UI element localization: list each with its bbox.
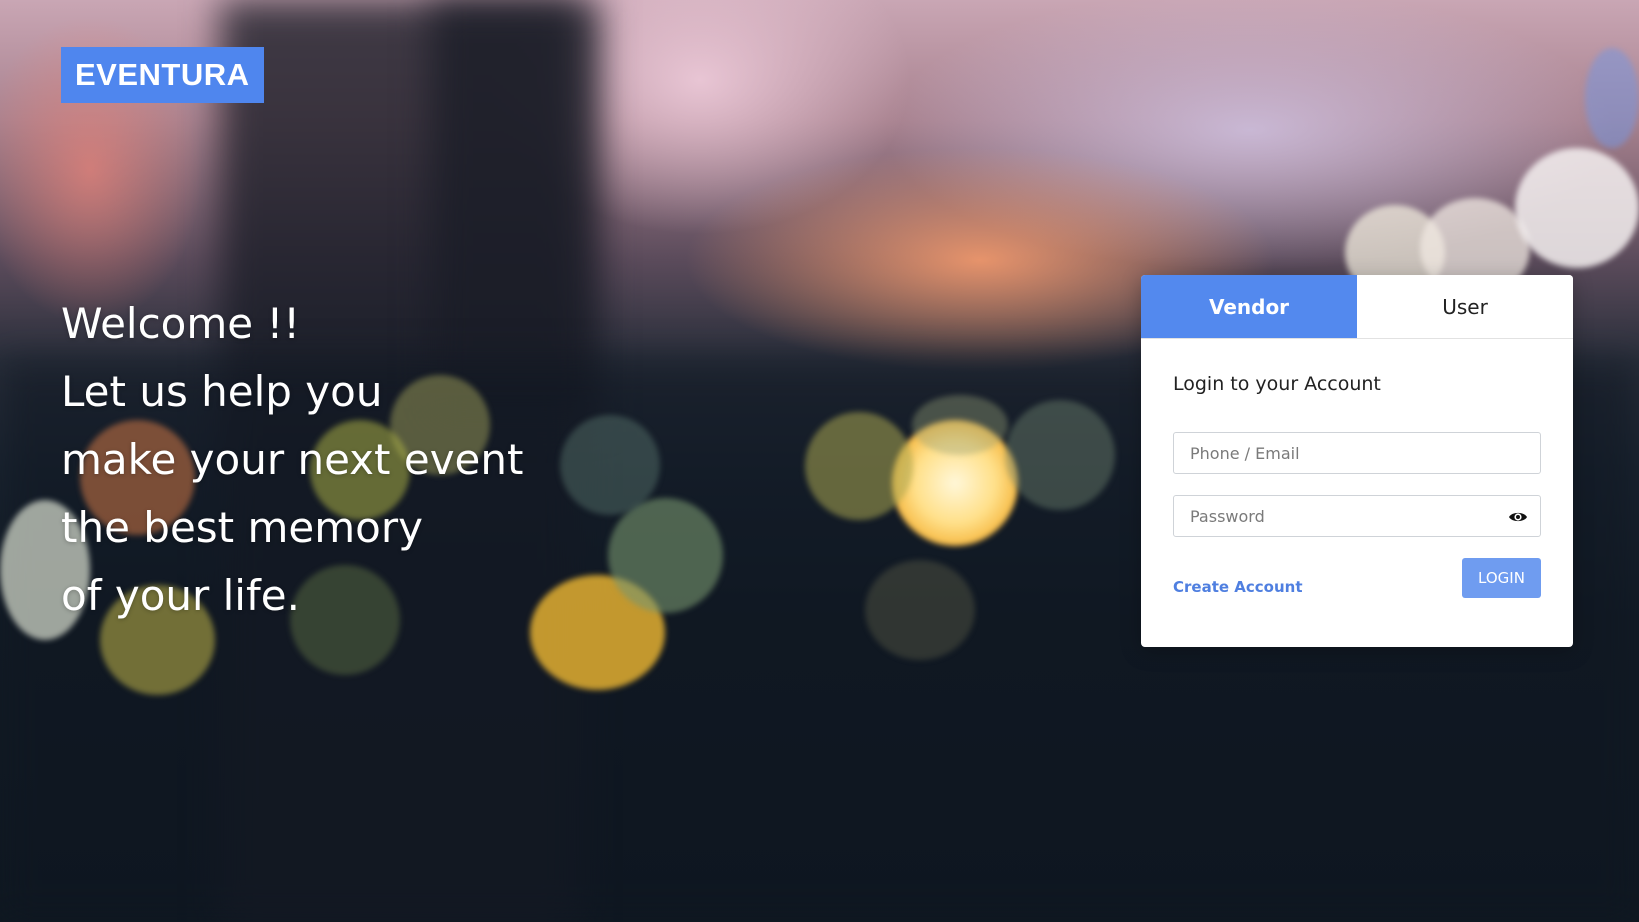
login-title: Login to your Account [1173, 373, 1381, 395]
account-type-tabs: Vendor User [1141, 275, 1573, 339]
bokeh-light [912, 395, 1008, 455]
bokeh-light [1585, 48, 1639, 148]
hero-text: Welcome !! Let us help you make your nex… [61, 290, 523, 630]
hero-line: make your next event [61, 435, 524, 484]
create-account-link[interactable]: Create Account [1173, 578, 1303, 596]
hero-line: the best memory [61, 503, 423, 552]
bokeh-light [1005, 400, 1115, 510]
identifier-field [1173, 432, 1541, 474]
login-card: Vendor User Login to your Account C [1141, 275, 1573, 647]
bokeh-light [608, 498, 723, 613]
hero-line: Welcome !! [61, 299, 301, 348]
bokeh-light [805, 412, 913, 520]
bokeh-light [560, 415, 660, 515]
brand-logo[interactable]: EVENTURA [61, 47, 264, 103]
phone-email-input[interactable] [1174, 433, 1540, 473]
tab-user[interactable]: User [1357, 275, 1573, 338]
tab-vendor[interactable]: Vendor [1141, 275, 1357, 338]
bokeh-light [1515, 148, 1639, 268]
form-actions: Create Account LOGIN [1173, 558, 1541, 618]
login-page: EVENTURA Welcome !! Let us help you make… [0, 0, 1639, 922]
login-form: Login to your Account Create Account LOG… [1141, 339, 1573, 618]
eye-icon[interactable] [1508, 508, 1528, 526]
bokeh-light [865, 560, 975, 660]
password-input[interactable] [1174, 496, 1540, 536]
login-button[interactable]: LOGIN [1462, 558, 1541, 598]
hero-line: Let us help you [61, 367, 383, 416]
password-field [1173, 495, 1541, 537]
hero-line: of your life. [61, 571, 300, 620]
